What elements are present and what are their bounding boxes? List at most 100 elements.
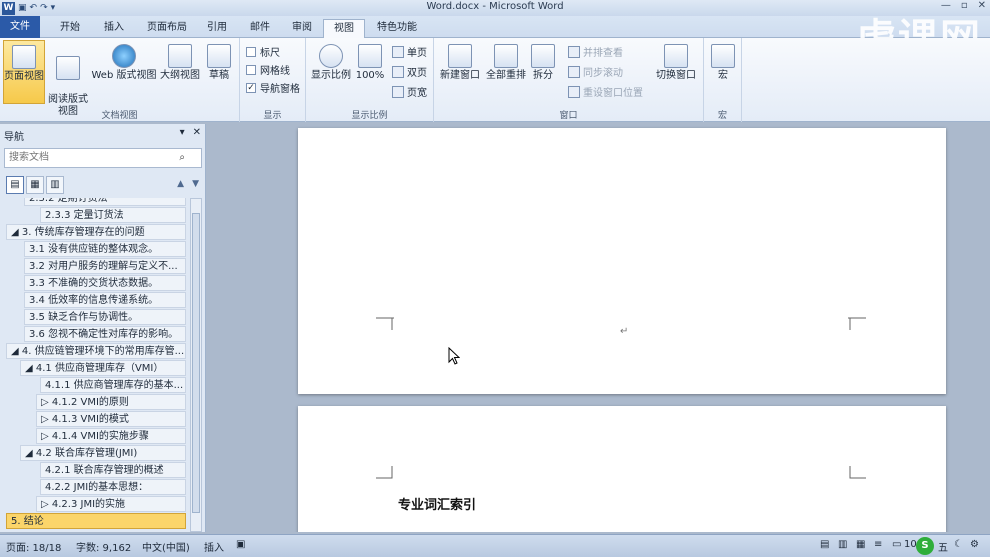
close-button[interactable]: ✕	[978, 0, 986, 11]
ime-mode[interactable]: 五	[938, 539, 948, 554]
group-document-views: 页面视图 阅读版式 视图 Web 版式视图 大纲视图 草稿 文档视图	[0, 38, 240, 122]
tab-home[interactable]: 开始	[56, 19, 84, 38]
switch-window-button[interactable]: 切换窗口	[652, 42, 700, 82]
tree-item[interactable]: 3.4 低效率的信息传递系统。	[24, 292, 186, 308]
two-pages-button[interactable]: 双页	[392, 64, 427, 79]
tree-item[interactable]: 4.1.1 供应商管理库存的基本...	[40, 377, 186, 393]
arrange-all-button[interactable]: 全部重排	[484, 42, 528, 82]
tree-item[interactable]: 4.2.1 联合库存管理的概述	[40, 462, 186, 478]
web-view-icon[interactable]: ▦	[856, 539, 865, 550]
chevron-down-icon[interactable]: ▾	[180, 127, 185, 138]
tree-item[interactable]: 3.1 没有供应链的整体观念。	[24, 241, 186, 257]
arrow-up-icon[interactable]: ▲	[177, 179, 184, 189]
macro-record-icon[interactable]: ▣	[236, 539, 245, 550]
close-icon[interactable]: ✕	[193, 127, 201, 138]
sync-scroll-icon	[568, 65, 580, 78]
macro-button[interactable]: 宏	[708, 42, 738, 82]
tab-references[interactable]: 引用	[203, 19, 231, 38]
gridlines-checkbox[interactable]: 网格线	[246, 62, 290, 77]
tree-item[interactable]: 2.3.3 定量订货法	[40, 207, 186, 223]
side-by-side-label: 并排查看	[583, 48, 623, 59]
language[interactable]: 中文(中国)	[142, 539, 190, 554]
new-window-button[interactable]: 新建窗口	[438, 42, 482, 82]
tab-review[interactable]: 审阅	[288, 19, 316, 38]
reading-layout-button[interactable]: 阅读版式 视图	[47, 40, 89, 117]
tab-mailings[interactable]: 邮件	[246, 19, 274, 38]
two-pages-label: 双页	[407, 68, 427, 79]
search-input[interactable]: 搜索文档 ⌕	[4, 148, 202, 168]
magnifier-icon	[319, 44, 343, 68]
minimize-button[interactable]: —	[941, 0, 951, 11]
nav-pane-checkbox[interactable]: ✓ 导航窗格	[246, 80, 300, 95]
tree-item[interactable]: ◢ 4. 供应链管理环境下的常用库存管...	[6, 343, 186, 359]
tree-item[interactable]: ▷ 4.1.4 VMI的实施步骤	[36, 428, 186, 444]
page-count[interactable]: 页面: 18/18	[6, 539, 61, 554]
reset-window-button[interactable]: 重设窗口位置	[568, 84, 643, 99]
headings-tab-icon[interactable]: ▤	[6, 176, 24, 194]
word-count[interactable]: 字数: 9,162	[76, 539, 131, 554]
split-button[interactable]: 拆分	[530, 42, 556, 82]
tree-item[interactable]: 2.3.2 定期订货法	[24, 198, 186, 206]
web-layout-button[interactable]: Web 版式视图	[90, 40, 158, 104]
one-page-button[interactable]: 单页	[392, 44, 427, 59]
document-page[interactable]: ↵	[298, 128, 946, 394]
paragraph-mark: ↵	[620, 326, 629, 337]
print-layout-view-icon[interactable]: ▤	[820, 539, 829, 550]
zoom-100-button[interactable]: 100%	[354, 42, 386, 82]
tree-item[interactable]: ◢ 3. 传统库存管理存在的问题	[6, 224, 186, 240]
tree-item[interactable]: ▷ 4.1.3 VMI的模式	[36, 411, 186, 427]
tab-special[interactable]: 特色功能	[372, 19, 422, 38]
window-title: Word.docx - Microsoft Word	[426, 1, 564, 12]
insert-mode[interactable]: 插入	[204, 539, 224, 554]
tree-item[interactable]: 3.6 忽视不确定性对库存的影响。	[24, 326, 186, 342]
side-by-side-button[interactable]: 并排查看	[568, 44, 623, 59]
results-tab-icon[interactable]: ▥	[46, 176, 64, 194]
tab-file[interactable]: 文件	[0, 16, 40, 38]
tree-item[interactable]: 4.2.2 JMI的基本思想：	[40, 479, 186, 495]
tree-item-current[interactable]: 5. 结论	[6, 513, 186, 529]
tree-item[interactable]: 3.5 缺乏合作与协调性。	[24, 309, 186, 325]
zoom-100-icon	[358, 44, 382, 68]
document-page[interactable]: 专业词汇索引	[298, 406, 946, 532]
tab-insert[interactable]: 插入	[100, 19, 128, 38]
ime-settings-icon[interactable]: ⚙	[970, 539, 979, 550]
outline-view-icon[interactable]: ≡	[874, 539, 882, 550]
sync-scroll-button[interactable]: 同步滚动	[568, 64, 623, 79]
tree-item[interactable]: 3.3 不准确的交货状态数据。	[24, 275, 186, 291]
reading-layout-icon	[56, 56, 80, 80]
ruler-checkbox[interactable]: 标尺	[246, 44, 280, 59]
reading-view-icon[interactable]: ▥	[838, 539, 847, 550]
tree-item[interactable]: 3.2 对用户服务的理解与定义不...	[24, 258, 186, 274]
nav-scrollbar[interactable]	[190, 198, 202, 532]
ime-logo-icon[interactable]: S	[916, 537, 934, 555]
tree-item[interactable]: ▷ 4.1.2 VMI的原则	[36, 394, 186, 410]
zoom-button[interactable]: 显示比例	[310, 42, 352, 82]
draft-label: 草稿	[209, 70, 229, 81]
tab-view[interactable]: 视图	[323, 19, 365, 39]
pages-tab-icon[interactable]: ▦	[26, 176, 44, 194]
tree-item[interactable]: ▷ 4.2.3 JMI的实施	[36, 496, 186, 512]
arrow-down-icon[interactable]: ▼	[192, 179, 199, 189]
tree-item[interactable]: ◢ 4.1 供应商管理库存（VMI）	[20, 360, 186, 376]
page-width-icon	[392, 85, 404, 98]
print-layout-icon	[12, 45, 36, 69]
arrange-all-icon	[494, 44, 518, 68]
page-width-button[interactable]: 页宽	[392, 84, 427, 99]
document-area[interactable]: ↵ 专业词汇索引	[207, 124, 990, 532]
print-layout-button[interactable]: 页面视图	[3, 40, 45, 104]
outline-icon	[168, 44, 192, 68]
zoom-level[interactable]: 10	[904, 539, 917, 550]
draft-view-icon[interactable]: ▭	[892, 539, 901, 550]
tree-item[interactable]: ◢ 4.2 联合库存管理(JMI)	[20, 445, 186, 461]
ime-moon-icon[interactable]: ☾	[954, 539, 963, 550]
outline-button[interactable]: 大纲视图	[158, 40, 202, 104]
group-window: 新建窗口 全部重排 拆分 并排查看 同步滚动 重设窗口位置 切换窗口 窗口	[434, 38, 704, 122]
search-icon[interactable]: ⌕	[179, 149, 185, 167]
draft-button[interactable]: 草稿	[203, 40, 235, 104]
tab-page-layout[interactable]: 页面布局	[142, 19, 192, 38]
ribbon-tabs: 文件 开始 插入 页面布局 引用 邮件 审阅 视图 特色功能	[0, 16, 990, 39]
new-window-icon	[448, 44, 472, 68]
maximize-button[interactable]: ▫	[961, 0, 968, 11]
scrollbar-thumb[interactable]	[192, 213, 200, 513]
group-macro: 宏 宏	[704, 38, 742, 122]
